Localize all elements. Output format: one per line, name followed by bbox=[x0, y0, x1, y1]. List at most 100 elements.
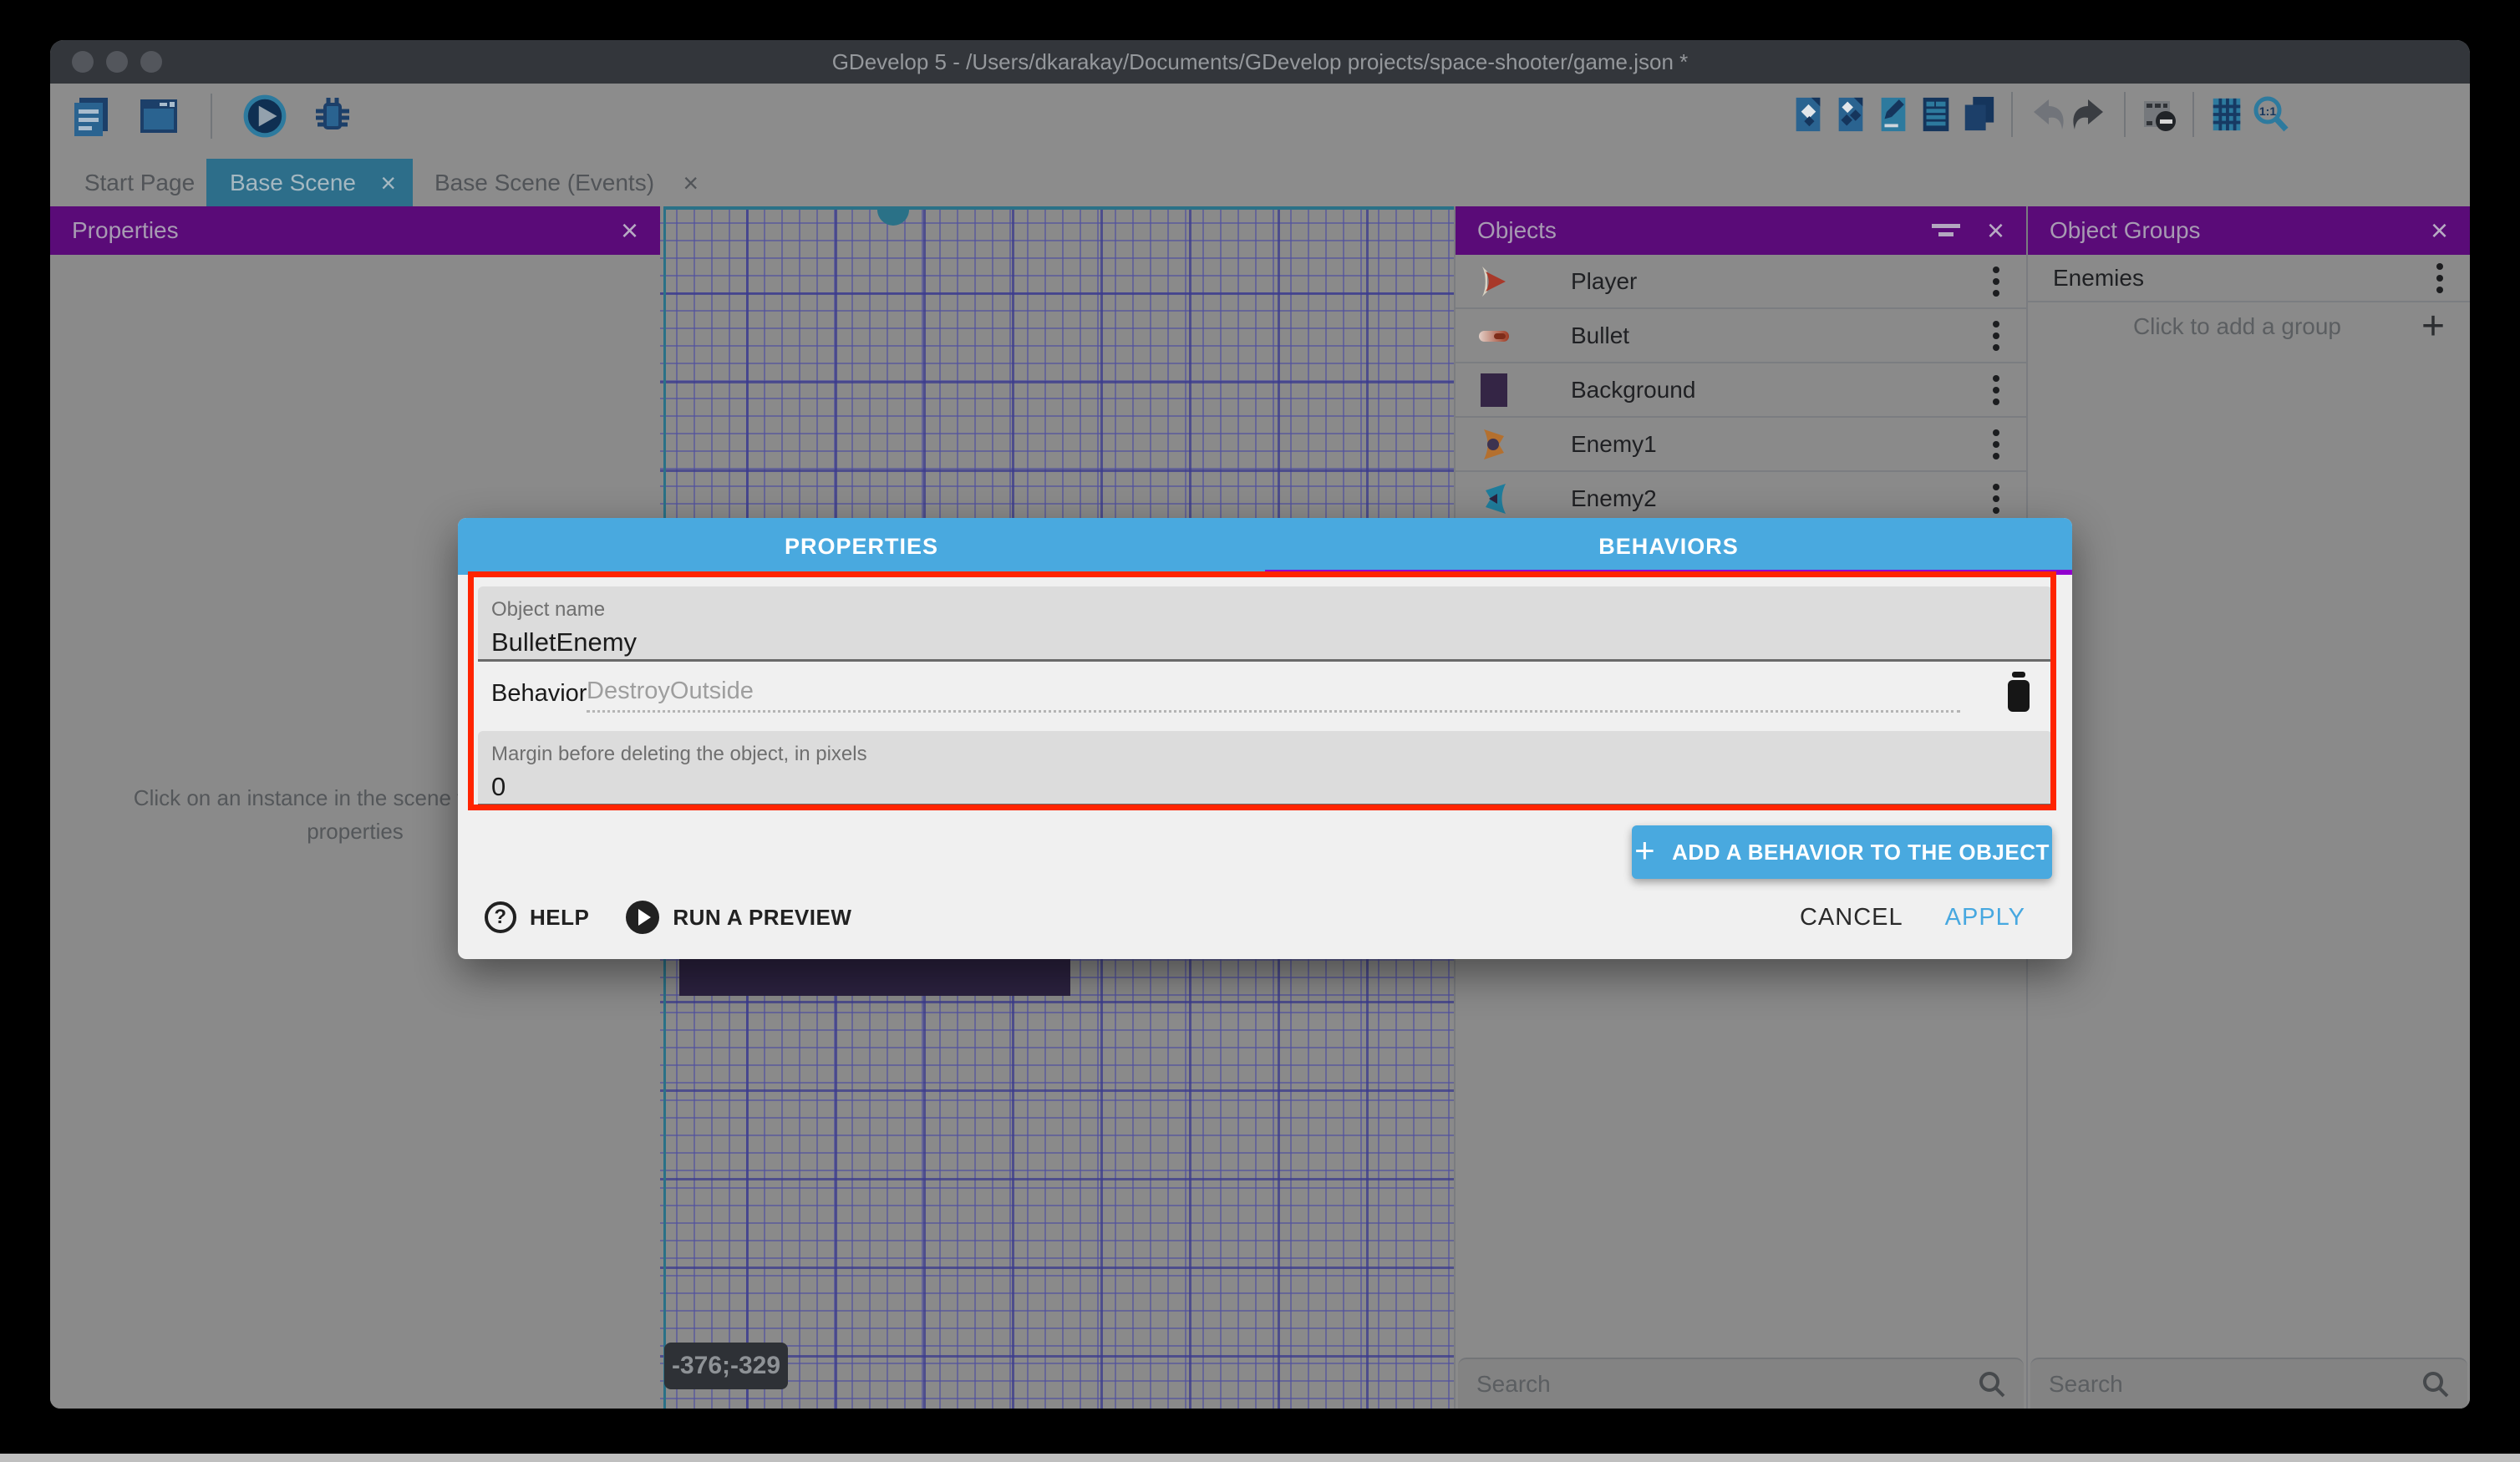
close-icon[interactable]: × bbox=[2431, 216, 2448, 246]
cursor-coordinates-badge: -376;-329 bbox=[664, 1343, 788, 1389]
svg-text:1:1: 1:1 bbox=[2259, 104, 2276, 118]
enemy1-thumbnail bbox=[1476, 426, 1512, 463]
help-button[interactable]: ? HELP bbox=[485, 901, 589, 933]
toolbar-separator bbox=[2011, 92, 2013, 137]
panel-title: Objects bbox=[1477, 217, 1930, 244]
object-name: Enemy1 bbox=[1571, 431, 1991, 458]
plus-icon: + bbox=[1634, 830, 1655, 871]
undo-icon[interactable] bbox=[2027, 95, 2065, 134]
add-behavior-label: ADD A BEHAVIOR TO THE OBJECT bbox=[1672, 840, 2050, 866]
group-menu-icon[interactable] bbox=[2435, 261, 2445, 296]
layers-editor-icon[interactable] bbox=[1960, 94, 1997, 135]
dialog-footer: ? HELP RUN A PREVIEW CANCEL APPLY bbox=[485, 892, 2025, 942]
objects-editor-icon[interactable] bbox=[1790, 94, 1826, 135]
object-menu-icon[interactable] bbox=[1991, 481, 2001, 516]
dock-strip bbox=[0, 1454, 2520, 1462]
redo-icon[interactable] bbox=[2071, 95, 2110, 134]
object-menu-icon[interactable] bbox=[1991, 264, 2001, 299]
toolbar-separator bbox=[2192, 92, 2194, 137]
add-group-plus-icon[interactable]: + bbox=[2421, 310, 2445, 343]
object-name: Background bbox=[1571, 377, 1991, 404]
margin-input[interactable] bbox=[491, 772, 1974, 802]
dialog-tab-behaviors[interactable]: BEHAVIORS bbox=[1265, 518, 2072, 575]
object-name-input[interactable] bbox=[491, 627, 1974, 657]
traffic-lights bbox=[72, 51, 162, 73]
tab-label: Base Scene (Events) bbox=[434, 170, 654, 196]
object-menu-icon[interactable] bbox=[1991, 318, 2001, 353]
group-row-enemies[interactable]: Enemies bbox=[2028, 255, 2470, 302]
debug-icon[interactable] bbox=[309, 93, 356, 140]
tab-label: Start Page bbox=[84, 170, 195, 196]
object-menu-icon[interactable] bbox=[1991, 373, 2001, 408]
background-thumbnail bbox=[1476, 372, 1512, 409]
close-tab-icon[interactable]: × bbox=[683, 170, 699, 196]
groups-search-bar bbox=[2030, 1358, 2467, 1409]
groups-search-input[interactable] bbox=[2047, 1370, 2421, 1399]
help-label: HELP bbox=[530, 905, 589, 931]
add-group-row[interactable]: Click to add a group + bbox=[2028, 302, 2470, 351]
minimize-window-button[interactable] bbox=[106, 51, 128, 73]
dialog-tab-properties[interactable]: PROPERTIES bbox=[458, 518, 1265, 575]
grid-toggle-icon[interactable] bbox=[2208, 94, 2245, 135]
object-row-player[interactable]: Player bbox=[1456, 255, 2026, 309]
delete-behavior-trash-icon[interactable] bbox=[2000, 670, 2037, 713]
dialog-tab-label: BEHAVIORS bbox=[1598, 534, 1739, 560]
properties-editor-icon[interactable] bbox=[1875, 94, 1912, 135]
close-tab-icon[interactable]: × bbox=[380, 170, 396, 196]
behavior-label: Behavior bbox=[491, 680, 587, 708]
help-icon: ? bbox=[485, 901, 516, 933]
object-menu-icon[interactable] bbox=[1991, 427, 2001, 462]
start-page-icon[interactable] bbox=[135, 93, 182, 140]
margin-label: Margin before deleting the object, in pi… bbox=[491, 743, 2052, 766]
object-name-label: Object name bbox=[491, 598, 2052, 622]
panel-title: Properties bbox=[72, 217, 621, 244]
play-icon[interactable] bbox=[241, 92, 289, 140]
margin-field[interactable]: Margin before deleting the object, in pi… bbox=[478, 731, 2052, 806]
run-preview-button[interactable]: RUN A PREVIEW bbox=[626, 901, 851, 934]
cancel-button[interactable]: CANCEL bbox=[1800, 904, 1903, 932]
mask-toggle-icon[interactable] bbox=[2140, 95, 2178, 134]
screen: GDevelop 5 - /Users/dkarakay/Documents/G… bbox=[0, 0, 2520, 1462]
close-window-button[interactable] bbox=[72, 51, 94, 73]
bullet-thumbnail bbox=[1476, 317, 1512, 354]
active-tab-indicator bbox=[1265, 570, 2072, 575]
group-name: Enemies bbox=[2053, 265, 2435, 292]
toolbar-separator bbox=[211, 94, 212, 139]
project-manager-icon[interactable] bbox=[69, 93, 115, 140]
behavior-row: Behavior bbox=[478, 662, 2052, 725]
object-editor-dialog: PROPERTIES BEHAVIORS Object name Behavio… bbox=[458, 518, 2072, 959]
close-icon[interactable]: × bbox=[1987, 216, 2004, 246]
filter-icon[interactable] bbox=[1930, 220, 1964, 241]
close-icon[interactable]: × bbox=[621, 216, 638, 246]
add-group-label: Click to add a group bbox=[2053, 313, 2421, 340]
tab-start-page[interactable]: Start Page bbox=[70, 159, 209, 206]
object-row-enemy1[interactable]: Enemy1 bbox=[1456, 418, 2026, 472]
behavior-name-input[interactable] bbox=[587, 672, 1960, 713]
titlebar: GDevelop 5 - /Users/dkarakay/Documents/G… bbox=[50, 40, 2470, 84]
object-name-field[interactable]: Object name bbox=[478, 586, 2052, 662]
enemy2-thumbnail bbox=[1476, 480, 1512, 517]
objects-panel-header: Objects × bbox=[1456, 206, 2026, 255]
tab-base-scene[interactable]: Base Scene × bbox=[206, 159, 413, 206]
object-name: Bullet bbox=[1571, 322, 1991, 349]
toolbar-separator bbox=[2124, 92, 2126, 137]
dialog-tabbar: PROPERTIES BEHAVIORS bbox=[458, 518, 2072, 575]
window-title: GDevelop 5 - /Users/dkarakay/Documents/G… bbox=[50, 40, 2470, 84]
add-behavior-button[interactable]: + ADD A BEHAVIOR TO THE OBJECT bbox=[1632, 825, 2052, 879]
instances-list-icon[interactable] bbox=[1918, 94, 1954, 135]
object-name: Enemy2 bbox=[1571, 485, 1991, 512]
object-row-bullet[interactable]: Bullet bbox=[1456, 309, 2026, 363]
zoom-window-button[interactable] bbox=[140, 51, 162, 73]
scene-frame-handle[interactable] bbox=[877, 210, 909, 226]
run-preview-label: RUN A PREVIEW bbox=[673, 905, 851, 931]
search-icon bbox=[1977, 1369, 2007, 1399]
objects-search-input[interactable] bbox=[1475, 1370, 1977, 1399]
player-thumbnail bbox=[1476, 263, 1512, 300]
tab-base-scene-events[interactable]: Base Scene (Events) × bbox=[413, 159, 719, 206]
search-icon bbox=[2421, 1369, 2451, 1399]
object-row-background[interactable]: Background bbox=[1456, 363, 2026, 418]
object-groups-editor-icon[interactable] bbox=[1832, 94, 1869, 135]
apply-button[interactable]: APPLY bbox=[1945, 904, 2025, 932]
zoom-reset-icon[interactable]: 1:1 bbox=[2251, 94, 2291, 135]
play-preview-icon bbox=[626, 901, 659, 934]
